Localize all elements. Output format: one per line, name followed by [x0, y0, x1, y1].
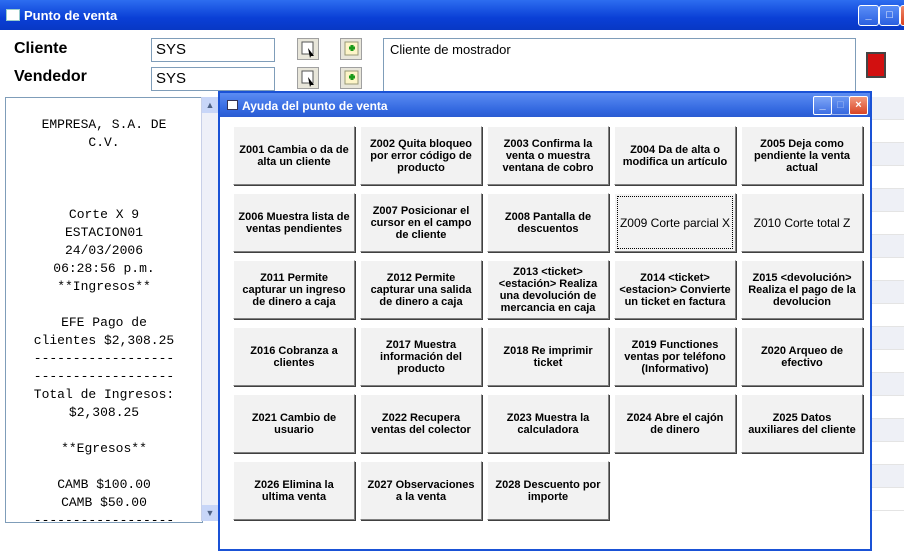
function-key-button[interactable]: Z016 Cobranza a clientes — [233, 327, 355, 386]
function-key-button[interactable]: Z012 Permite capturar una salida de dine… — [360, 260, 482, 319]
ticket-scrollbar[interactable]: ▲ ▼ — [201, 97, 218, 521]
add-icon[interactable] — [340, 67, 362, 89]
exit-icon[interactable] — [866, 52, 886, 78]
ticket-line — [6, 188, 202, 206]
ticket-line: clientes $2,308.25 — [33, 333, 175, 348]
ticket-line — [6, 98, 202, 116]
function-key-button[interactable]: Z021 Cambio de usuario — [233, 394, 355, 453]
function-key-button[interactable]: Z006 Muestra lista de ventas pendientes — [233, 193, 355, 252]
ticket-line — [6, 458, 202, 476]
function-key-button[interactable]: Z022 Recupera ventas del colector — [360, 394, 482, 453]
ticket-line: EMPRESA, S.A. DE — [41, 117, 167, 132]
add-icon[interactable] — [340, 38, 362, 60]
function-key-button[interactable]: Z024 Abre el cajón de dinero — [614, 394, 736, 453]
function-key-button[interactable]: Z020 Arqueo de efectivo — [741, 327, 863, 386]
function-key-button[interactable]: Z019 Functiones ventas por teléfono (Inf… — [614, 327, 736, 386]
ticket-line: CAMB $50.00 — [61, 495, 147, 510]
function-key-button[interactable]: Z003 Confirma la venta o muestra ventana… — [487, 126, 609, 185]
dialog-close-icon[interactable]: × — [849, 96, 868, 115]
function-key-button[interactable]: Z027 Observaciones a la venta — [360, 461, 482, 520]
function-key-button[interactable]: Z026 Elimina la ultima venta — [233, 461, 355, 520]
ticket-line — [6, 170, 202, 188]
ticket-line: 06:28:56 p.m. — [53, 261, 155, 276]
window-titlebar: Punto de venta _ □ × — [0, 0, 904, 30]
ticket-preview: EMPRESA, S.A. DE C.V. Corte X 9 ESTACION01 2… — [5, 97, 203, 523]
ticket-line: **Egresos** — [61, 441, 147, 456]
window-title: Punto de venta — [24, 8, 118, 23]
dialog-minimize-icon[interactable]: _ — [813, 96, 832, 115]
dialog-window-icon — [227, 100, 238, 110]
function-key-button[interactable]: Z004 Da de alta o modifica un artículo — [614, 126, 736, 185]
search-select-icon[interactable] — [297, 67, 319, 89]
function-key-button[interactable]: Z017 Muestra información del producto — [360, 327, 482, 386]
ticket-line: ------------------ — [33, 351, 175, 366]
dialog-title: Ayuda del punto de venta — [242, 99, 388, 113]
search-select-icon[interactable] — [297, 38, 319, 60]
ticket-line — [6, 152, 202, 170]
app-window-icon — [6, 9, 20, 21]
vendedor-field[interactable]: SYS — [151, 67, 275, 91]
close-icon[interactable]: × — [900, 5, 904, 26]
function-key-button[interactable]: Z002 Quita bloqueo por error código de p… — [360, 126, 482, 185]
ticket-line: CAMB $100.00 — [57, 477, 151, 492]
ticket-line: ------------------ — [33, 369, 175, 384]
cliente-label: Cliente — [14, 40, 68, 57]
ticket-line: C.V. — [88, 135, 120, 150]
ticket-line: Total de Ingresos: — [33, 387, 175, 402]
client-description: Cliente de mostrador — [383, 38, 856, 96]
dialog-maximize-icon: □ — [831, 96, 850, 115]
cliente-field[interactable]: SYS — [151, 38, 275, 62]
function-key-button[interactable]: Z015 <devolución> Realiza el pago de la … — [741, 260, 863, 319]
function-key-button[interactable]: Z009 Corte parcial X — [614, 193, 736, 252]
ticket-line — [6, 296, 202, 314]
function-key-button[interactable]: Z007 Posicionar el cursor en el campo de… — [360, 193, 482, 252]
background-grid — [870, 97, 904, 517]
ticket-line: $2,308.25 — [68, 405, 140, 420]
scroll-up-icon[interactable]: ▲ — [202, 97, 218, 113]
function-key-button[interactable]: Z005 Deja como pendiente la venta actual — [741, 126, 863, 185]
function-key-button[interactable]: Z028 Descuento por importe — [487, 461, 609, 520]
ticket-line — [6, 422, 202, 440]
function-key-button[interactable]: Z001 Cambia o da de alta un cliente — [233, 126, 355, 185]
function-key-button[interactable]: Z018 Re imprimir ticket — [487, 327, 609, 386]
ticket-line: **Ingresos** — [57, 279, 151, 294]
scroll-down-icon[interactable]: ▼ — [202, 505, 218, 521]
ticket-line: 24/03/2006 — [64, 243, 143, 258]
function-key-button[interactable]: Z023 Muestra la calculadora — [487, 394, 609, 453]
function-key-button[interactable]: Z013 <ticket> <estación> Realiza una dev… — [487, 260, 609, 319]
function-key-button[interactable]: Z014 <ticket> <estacion> Convierte un ti… — [614, 260, 736, 319]
dialog-titlebar: Ayuda del punto de venta _ □ × — [220, 93, 870, 117]
minimize-icon[interactable]: _ — [858, 5, 879, 26]
vendedor-label: Vendedor — [14, 68, 87, 85]
maximize-icon[interactable]: □ — [879, 5, 900, 26]
function-key-button[interactable]: Z025 Datos auxiliares del cliente — [741, 394, 863, 453]
ticket-line: ESTACION01 — [64, 225, 143, 240]
help-dialog: Ayuda del punto de venta _ □ × Z001 Camb… — [218, 91, 872, 551]
function-key-button[interactable]: Z010 Corte total Z — [741, 193, 863, 252]
ticket-line: ------------------ — [33, 513, 175, 523]
ticket-line: Corte X 9 — [68, 207, 140, 222]
function-key-button[interactable]: Z011 Permite capturar un ingreso de dine… — [233, 260, 355, 319]
function-key-button[interactable]: Z008 Pantalla de descuentos — [487, 193, 609, 252]
ticket-line: EFE Pago de — [61, 315, 147, 330]
